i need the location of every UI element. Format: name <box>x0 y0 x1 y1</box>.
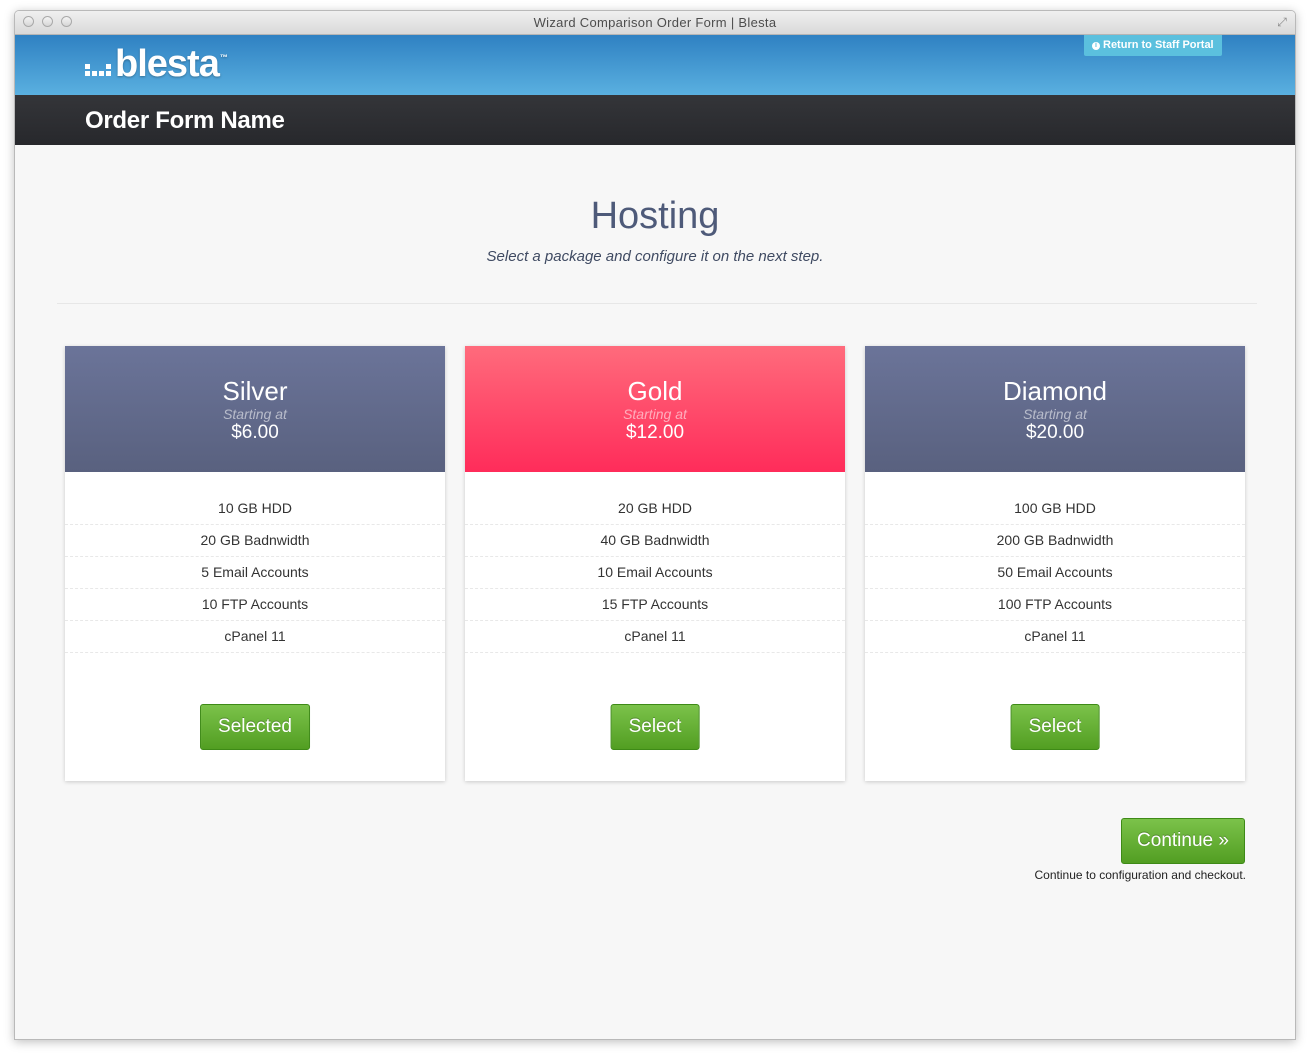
plan-card-gold: Gold Starting at $12.00 20 GB HDD 40 GB … <box>465 346 845 781</box>
feature-item: cPanel 11 <box>65 621 445 653</box>
plan-header: Gold Starting at $12.00 <box>465 346 845 472</box>
plan-features: 20 GB HDD 40 GB Badnwidth 10 Email Accou… <box>465 472 845 653</box>
feature-item: 200 GB Badnwidth <box>865 525 1245 557</box>
plan-header: Diamond Starting at $20.00 <box>865 346 1245 472</box>
return-to-staff-portal-button[interactable]: i Return to Staff Portal <box>1084 35 1222 56</box>
info-icon: i <box>1092 41 1100 50</box>
plan-starting-label: Starting at <box>623 406 687 422</box>
feature-item: 5 Email Accounts <box>65 557 445 589</box>
feature-item: 100 GB HDD <box>865 493 1245 525</box>
continue-note: Continue to configuration and checkout. <box>1034 868 1246 882</box>
logo-text: blesta <box>115 43 220 85</box>
feature-item: 20 GB HDD <box>465 493 845 525</box>
staff-portal-label: Return to Staff Portal <box>1103 39 1214 51</box>
package-group-subtitle: Select a package and configure it on the… <box>486 248 824 265</box>
plan-header: Silver Starting at $6.00 <box>65 346 445 472</box>
plan-starting-label: Starting at <box>223 406 287 422</box>
plan-price: $12.00 <box>625 422 685 443</box>
blesta-logo[interactable]: blesta ™ <box>85 43 228 86</box>
plan-features: 10 GB HDD 20 GB Badnwidth 5 Email Accoun… <box>65 472 445 653</box>
plan-features: 100 GB HDD 200 GB Badnwidth 50 Email Acc… <box>865 472 1245 653</box>
section-divider <box>57 303 1257 304</box>
package-group-title: Hosting <box>590 195 720 237</box>
select-button[interactable]: Select <box>610 704 700 750</box>
plan-name: Gold <box>627 376 683 406</box>
browser-window: Wizard Comparison Order Form | Blesta ⤢ … <box>14 10 1296 1040</box>
window-title: Wizard Comparison Order Form | Blesta <box>533 15 777 30</box>
plan-card-silver: Silver Starting at $6.00 10 GB HDD 20 GB… <box>65 346 445 781</box>
package-group-header: Hosting Select a package and configure i… <box>15 195 1295 265</box>
feature-item: 10 Email Accounts <box>465 557 845 589</box>
plan-starting-label: Starting at <box>1023 406 1087 422</box>
logo-trademark: ™ <box>219 53 228 62</box>
plan-name: Silver <box>222 376 288 406</box>
order-form-bar: Order Form Name <box>15 95 1295 145</box>
fullscreen-icon[interactable]: ⤢ <box>1275 15 1289 29</box>
feature-item: cPanel 11 <box>465 621 845 653</box>
plan-cards: Silver Starting at $6.00 10 GB HDD 20 GB… <box>65 346 1245 781</box>
selected-button[interactable]: Selected <box>200 704 310 750</box>
plan-price: $20.00 <box>1025 422 1085 443</box>
feature-item: 10 GB HDD <box>65 493 445 525</box>
order-form-name: Order Form Name <box>85 107 285 134</box>
plan-card-diamond: Diamond Starting at $20.00 100 GB HDD 20… <box>865 346 1245 781</box>
plan-name: Diamond <box>1002 376 1108 406</box>
continue-button[interactable]: Continue » <box>1121 818 1245 864</box>
select-button[interactable]: Select <box>1010 704 1100 750</box>
feature-item: 50 Email Accounts <box>865 557 1245 589</box>
window-titlebar: Wizard Comparison Order Form | Blesta ⤢ <box>15 11 1295 35</box>
feature-item: 15 FTP Accounts <box>465 589 845 621</box>
feature-item: 20 GB Badnwidth <box>65 525 445 557</box>
feature-item: cPanel 11 <box>865 621 1245 653</box>
feature-item: 40 GB Badnwidth <box>465 525 845 557</box>
site-header: blesta ™ i Return to Staff Portal <box>15 35 1295 95</box>
logo-mark-icon <box>85 63 111 76</box>
plan-price: $6.00 <box>231 422 279 443</box>
feature-item: 10 FTP Accounts <box>65 589 445 621</box>
feature-item: 100 FTP Accounts <box>865 589 1245 621</box>
